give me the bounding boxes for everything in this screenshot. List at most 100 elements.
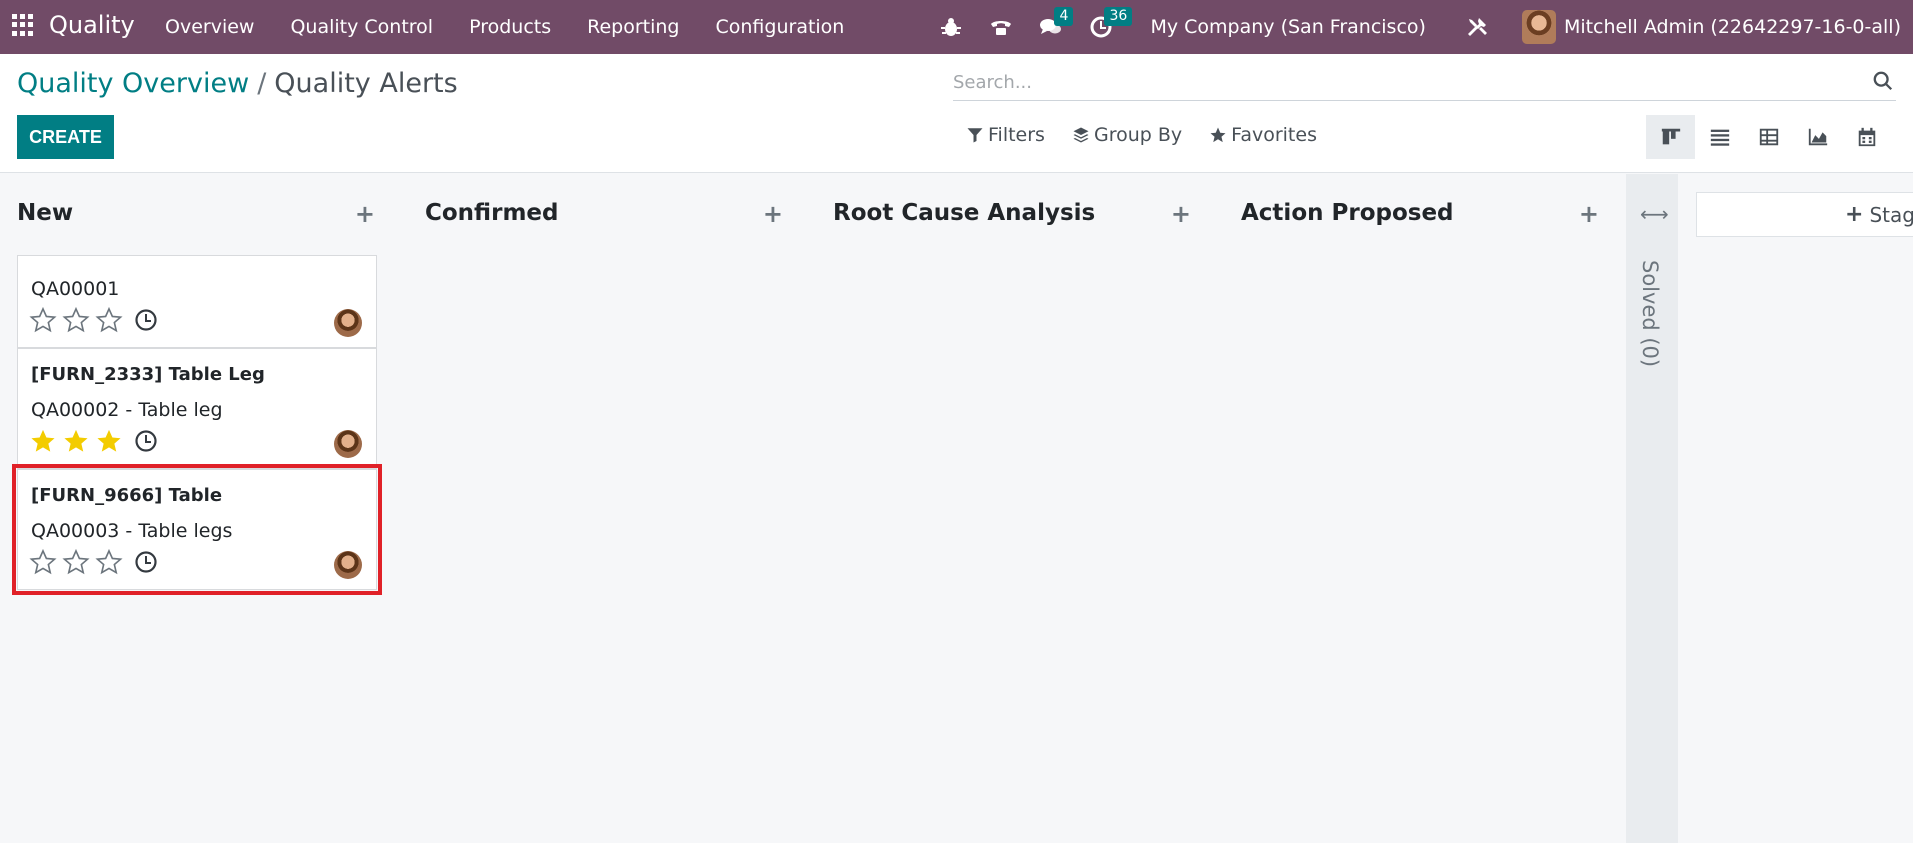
card-reference: QA00002 - Table leg [31,399,223,421]
column-title[interactable]: Confirmed [425,200,558,226]
expand-arrows-icon[interactable]: ⟷ [1640,202,1669,226]
star-empty-icon[interactable] [29,306,57,334]
column-header: Action Proposed + [1241,200,1601,230]
card-reference: QA00001 [31,278,120,300]
star-filled-icon[interactable] [29,427,57,455]
systray: 4 36 My Company (San Francisco) Mitchell… [926,0,1913,54]
view-switcher [1646,115,1891,159]
search-bar [953,64,1896,101]
top-navbar: Quality Overview Quality Control Product… [0,0,1913,54]
search-options: Filters Group By Favorites [966,124,1344,146]
column-title[interactable]: New [17,200,73,226]
menu-configuration[interactable]: Configuration [698,16,863,38]
card-reference: QA00003 - Table legs [31,520,233,542]
card-list: QA00001 [FURN_2333] Table Leg QA00002 - … [12,255,382,618]
star-icon [1210,127,1226,143]
add-stage-label: Stage [1869,202,1913,227]
breadcrumb: Quality Overview / Quality Alerts [17,68,458,99]
messages-icon[interactable]: 4 [1038,7,1074,40]
group-by-label: Group By [1093,124,1183,146]
column-action-proposed: Action Proposed + [1224,174,1601,843]
company-switcher[interactable]: My Company (San Francisco) [1150,16,1425,38]
breadcrumb-separator: / [257,68,267,99]
kanban-card[interactable]: [FURN_2333] Table Leg QA00002 - Table le… [17,348,377,469]
menu-reporting[interactable]: Reporting [569,16,697,38]
filters-button[interactable]: Filters [966,124,1045,146]
assignee-avatar[interactable] [334,309,362,337]
quick-create-icon[interactable]: + [355,200,375,228]
menu-overview[interactable]: Overview [147,16,272,38]
column-header: Root Cause Analysis + [833,200,1193,230]
star-empty-icon[interactable] [62,306,90,334]
favorites-button[interactable]: Favorites [1209,124,1317,146]
star-empty-icon[interactable] [29,548,57,576]
search-input[interactable] [953,64,1853,100]
column-new: New + QA00001 [FURN_2333] Table Leg QA00… [0,174,382,843]
calendar-icon [1858,127,1875,147]
priority-widget [29,427,158,455]
column-confirmed: Confirmed + [408,174,785,843]
activities-icon[interactable]: 36 [1088,7,1133,40]
list-icon [1710,129,1729,146]
menu-quality-control[interactable]: Quality Control [272,16,451,38]
column-header: New + [17,200,377,230]
column-header: Confirmed + [425,200,785,230]
filter-icon [967,128,983,143]
main-menu: Overview Quality Control Products Report… [147,0,862,54]
create-button[interactable]: CREATE [17,115,114,159]
assignee-avatar[interactable] [334,430,362,458]
group-by-button[interactable]: Group By [1072,124,1182,146]
activity-clock-icon[interactable] [134,308,158,332]
favorites-label: Favorites [1231,124,1317,146]
area-chart-icon [1808,128,1827,146]
control-panel: Quality Overview /Quality Alerts CREATE F… [0,54,1913,173]
layers-icon [1073,127,1089,143]
kanban-card[interactable]: QA00001 [17,255,377,348]
activity-clock-icon[interactable] [134,429,158,453]
user-menu[interactable]: Mitchell Admin (22642297-16-0-all) [1564,16,1901,38]
card-product: [FURN_9666] Table [31,485,223,506]
activities-badge: 36 [1104,7,1133,26]
pivot-view-button[interactable] [1744,115,1793,159]
star-filled-icon[interactable] [95,427,123,455]
search-icon[interactable] [1872,70,1894,92]
bug-icon[interactable] [938,14,964,40]
quick-create-icon[interactable]: + [763,200,783,228]
card-product: [FURN_2333] Table Leg [31,364,265,385]
priority-widget [29,548,158,576]
menu-products[interactable]: Products [451,16,569,38]
phone-icon[interactable] [988,14,1014,40]
star-empty-icon[interactable] [95,548,123,576]
apps-menu-icon[interactable] [12,14,34,36]
column-title[interactable]: Root Cause Analysis [833,200,1095,226]
table-icon [1759,128,1778,146]
activity-clock-icon[interactable] [134,550,158,574]
breadcrumb-quality-overview[interactable]: Quality Overview [17,68,249,99]
folded-column-solved[interactable]: ⟷ Solved (0) [1626,174,1678,843]
calendar-view-button[interactable] [1842,115,1891,159]
app-name[interactable]: Quality [49,11,135,39]
messages-badge: 4 [1054,7,1074,26]
assignee-avatar[interactable] [334,551,362,579]
star-empty-icon[interactable] [62,548,90,576]
user-avatar[interactable] [1521,10,1556,44]
graph-view-button[interactable] [1793,115,1842,159]
plus-icon: + [1845,202,1864,227]
add-stage-button[interactable]: +Stage [1696,192,1913,237]
kanban-board: New + QA00001 [FURN_2333] Table Leg QA00… [0,174,1913,843]
list-view-button[interactable] [1695,115,1744,159]
debug-tools-icon[interactable] [1464,14,1490,40]
filters-label: Filters [988,124,1045,146]
quick-create-icon[interactable]: + [1579,200,1599,228]
column-root-cause-analysis: Root Cause Analysis + [816,174,1193,843]
priority-widget [29,306,158,334]
quick-create-icon[interactable]: + [1171,200,1191,228]
kanban-view-button[interactable] [1646,115,1695,159]
page-title: Quality Alerts [274,68,458,99]
star-empty-icon[interactable] [95,306,123,334]
kanban-card-selected[interactable]: [FURN_9666] Table QA00003 - Table legs [12,464,382,595]
column-title[interactable]: Action Proposed [1241,200,1454,226]
star-filled-icon[interactable] [62,427,90,455]
folded-column-label: Solved (0) [1638,260,1662,368]
kanban-icon [1661,128,1680,145]
